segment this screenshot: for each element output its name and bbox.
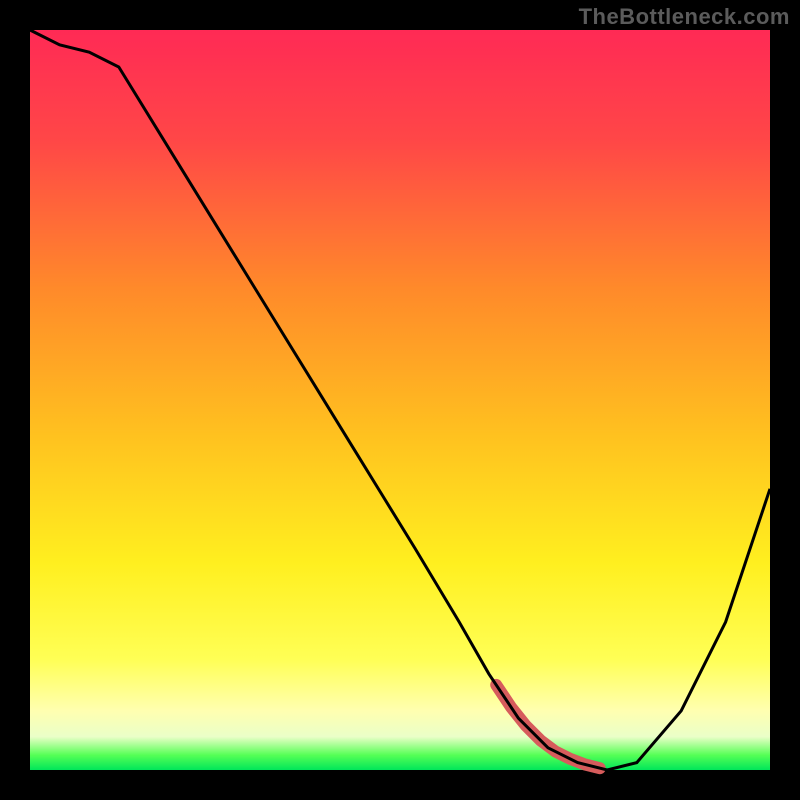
watermark-text: TheBottleneck.com (579, 4, 790, 30)
chart-frame: TheBottleneck.com (0, 0, 800, 800)
plot-background (30, 30, 770, 770)
bottleneck-chart (0, 0, 800, 800)
